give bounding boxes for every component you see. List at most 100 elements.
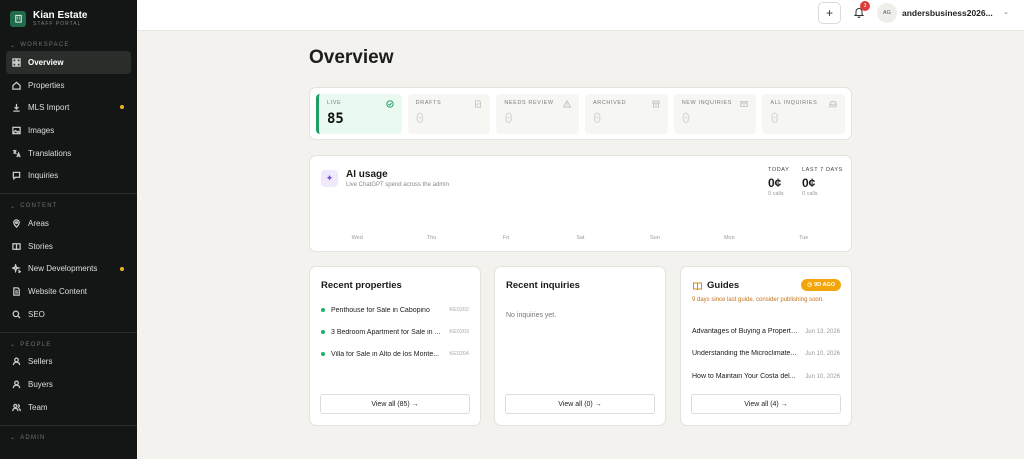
clock-icon: ◷: [807, 282, 813, 288]
list-item[interactable]: How to Maintain Your Costa del... Jun 10,…: [692, 371, 840, 382]
sidebar-item-new-developments[interactable]: New Developments: [6, 258, 131, 281]
sidebar-item-team[interactable]: Team: [6, 396, 131, 419]
recent-properties-card: Recent properties Penthouse for Sale in …: [309, 266, 481, 426]
ai-last-7-days: LAST 7 DAYS 0¢ 0 calls: [802, 167, 843, 197]
status-dot: [321, 308, 325, 312]
empty-state: No inquiries yet.: [506, 312, 557, 319]
chat-icon: [12, 172, 21, 181]
day-label: Mon: [723, 235, 735, 241]
day-label: Tue: [799, 235, 809, 241]
sparkle-icon: [12, 264, 21, 274]
view-all-guides-button[interactable]: View all (4) →: [691, 394, 841, 414]
list-item[interactable]: 3 Bedroom Apartment for Sale in ... KE020…: [321, 326, 469, 338]
download-icon: [13, 104, 20, 112]
avatar[interactable]: AG: [877, 3, 897, 23]
chevron-down-icon: ⌄: [10, 203, 17, 210]
day-label: Sat: [576, 235, 585, 241]
recent-inquiries-card: Recent inquiries No inquiries yet. View …: [494, 266, 666, 426]
pin-icon: [13, 219, 20, 228]
sidebar-item-areas[interactable]: Areas: [6, 212, 131, 235]
list-item[interactable]: Understanding the Microclimate... Jun 10,…: [692, 348, 840, 359]
divider: [0, 331, 137, 333]
plus-icon: +: [825, 6, 833, 20]
view-all-inquiries-button[interactable]: View all (0) →: [505, 394, 655, 414]
chevron-down-icon[interactable]: ⌄: [1003, 8, 1009, 16]
sidebar-item-mls-import[interactable]: MLS Import: [6, 96, 131, 119]
guides-title: Guides: [707, 280, 740, 291]
image-icon: [12, 126, 21, 135]
brand[interactable]: Kian Estate STAFF PORTAL: [0, 0, 137, 30]
notification-count: 3: [860, 1, 870, 11]
brand-tagline: STAFF PORTAL: [33, 20, 82, 27]
sidebar-item-overview[interactable]: Overview: [6, 51, 131, 74]
sidebar-item-properties[interactable]: Properties: [6, 74, 131, 97]
day-label: Fri: [502, 235, 510, 241]
brand-name: Kian Estate: [33, 9, 88, 21]
check-circle-icon: [385, 100, 394, 108]
list-item[interactable]: Villa for Sale in Alto de los Monte... KE…: [321, 348, 469, 360]
warning-icon: [563, 100, 572, 108]
ai-usage-subtitle: Live ChatGPT spend across the admin: [346, 182, 449, 188]
ai-today: TODAY 0¢ 0 calls: [768, 167, 790, 197]
book-icon: [693, 282, 702, 290]
draft-icon: [475, 100, 482, 108]
stats-strip: LIVE 85 DRAFTS 0 NEEDS REVIEW 0 ARCHIVED…: [309, 87, 852, 140]
topbar: + 3 AG andersbusiness2026... ⌄: [137, 0, 1024, 31]
stat-new-inquiries[interactable]: NEW INQUIRIES 0: [673, 94, 757, 134]
section-admin[interactable]: ⌄ ADMIN: [0, 432, 137, 444]
stat-archived[interactable]: ARCHIVED 0: [585, 94, 668, 134]
building-icon: [10, 10, 26, 27]
section-workspace[interactable]: ⌄ WORKSPACE: [0, 39, 137, 51]
user-name[interactable]: andersbusiness2026...: [902, 8, 993, 18]
translate-icon: [12, 149, 21, 157]
home-icon: [12, 81, 21, 90]
sparkle-icon: ✦: [321, 170, 338, 187]
notification-dot: [120, 266, 124, 271]
recent-inquiries-title: Recent inquiries: [506, 280, 580, 291]
page-title: Overview: [309, 47, 394, 68]
grid-icon: [12, 58, 21, 67]
sidebar-item-translations[interactable]: Translations: [6, 142, 131, 165]
stat-all-inquiries[interactable]: ALL INQUIRIES 0: [762, 94, 846, 134]
stat-drafts[interactable]: DRAFTS 0: [407, 94, 491, 134]
sidebar-item-inquiries[interactable]: Inquiries: [6, 164, 131, 187]
archive-icon: [652, 100, 660, 108]
chevron-down-icon: ⌄: [10, 342, 17, 349]
list-item[interactable]: Penthouse for Sale in Cabopino KE0202: [321, 304, 469, 316]
notification-dot: [120, 105, 124, 110]
ai-usage-day-axis: Wed Thu Fri Sat Sun Mon Tue: [310, 235, 851, 241]
add-button[interactable]: +: [818, 2, 841, 24]
stat-needs-review[interactable]: NEEDS REVIEW 0: [496, 94, 580, 134]
file-icon: [13, 287, 20, 296]
day-label: Thu: [426, 235, 437, 241]
sidebar-item-images[interactable]: Images: [6, 119, 131, 142]
sidebar-item-sellers[interactable]: Sellers: [6, 351, 131, 374]
mail-icon: [740, 101, 749, 107]
guides-warning: 9 days since last guide, consider publis…: [692, 297, 824, 303]
sidebar-item-seo[interactable]: SEO: [6, 303, 131, 326]
guides-header: Guides: [692, 280, 739, 291]
sidebar-item-stories[interactable]: Stories: [6, 235, 131, 258]
section-content[interactable]: ⌄ CONTENT: [0, 200, 137, 212]
stat-live[interactable]: LIVE 85: [316, 94, 402, 134]
ai-usage-card: ✦ AI usage Live ChatGPT spend across the…: [309, 155, 852, 252]
status-dot: [321, 352, 325, 356]
guides-card: Guides ◷ 9D AGO 9 days since last guide, …: [680, 266, 852, 426]
sidebar-item-website-content[interactable]: Website Content: [6, 280, 131, 303]
status-dot: [321, 330, 325, 334]
user-icon: [12, 380, 21, 389]
sidebar-item-buyers[interactable]: Buyers: [6, 373, 131, 396]
section-people[interactable]: ⌄ PEOPLE: [0, 339, 137, 351]
divider: [0, 424, 137, 426]
search-icon: [12, 310, 21, 319]
recent-properties-title: Recent properties: [321, 280, 402, 291]
divider: [0, 193, 137, 195]
day-label: Sun: [649, 235, 660, 241]
chevron-down-icon: ⌄: [10, 42, 17, 49]
list-item[interactable]: Advantages of Buying a Property... Jun 13…: [692, 326, 840, 337]
inbox-icon: [829, 101, 837, 108]
status-badge: ◷ 9D AGO: [801, 279, 841, 291]
sidebar: Kian Estate STAFF PORTAL ⌄ WORKSPACE Over…: [0, 0, 137, 459]
chevron-down-icon: ⌄: [10, 435, 17, 442]
view-all-properties-button[interactable]: View all (85) →: [320, 394, 470, 414]
